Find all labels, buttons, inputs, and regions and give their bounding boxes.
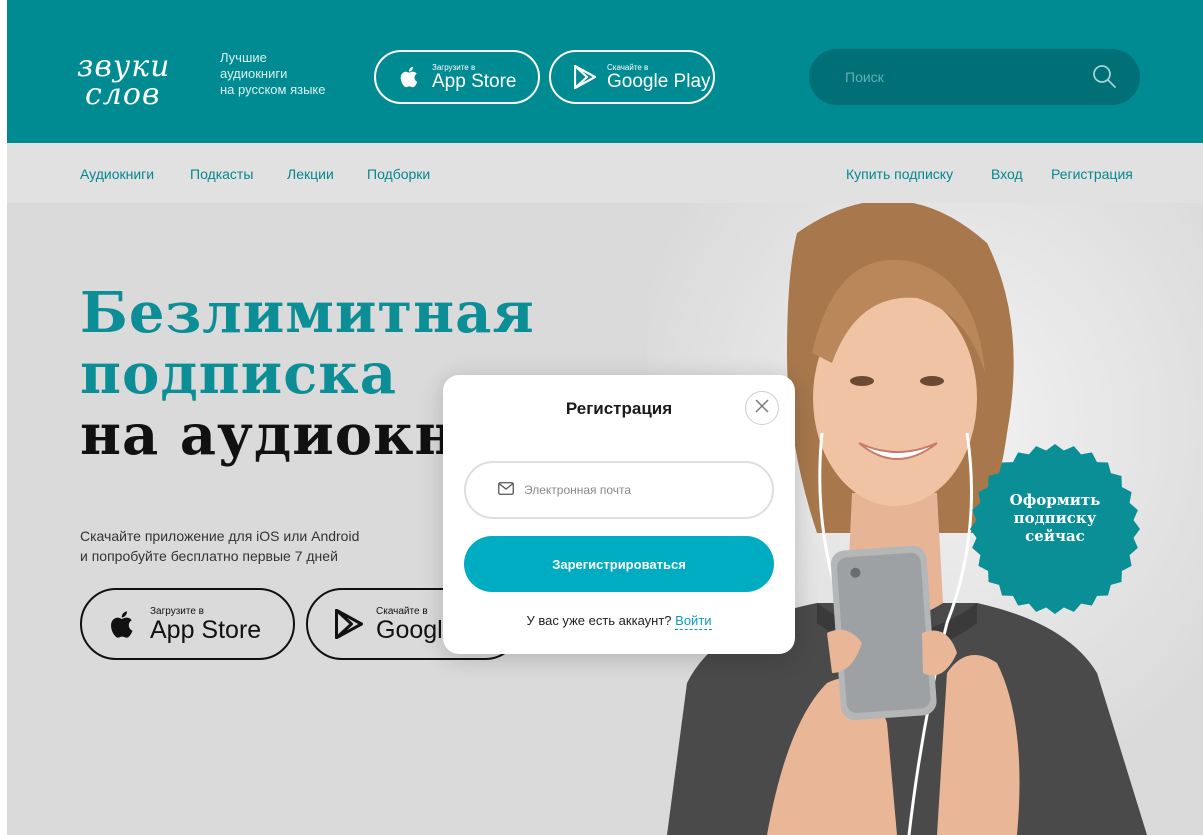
main-nav: Аудиокниги Подкасты Лекции Подборки Купи… xyxy=(7,143,1203,203)
apple-icon xyxy=(398,64,422,90)
close-icon xyxy=(755,398,769,418)
google-play-label: Google Play xyxy=(607,70,711,92)
have-account-text: У вас уже есть аккаунт? xyxy=(526,613,672,628)
badge-line: сейчас xyxy=(1025,527,1085,545)
mail-icon xyxy=(498,482,514,500)
badge-line: подписку xyxy=(1013,509,1097,527)
email-field[interactable] xyxy=(524,479,754,501)
search-input[interactable] xyxy=(845,66,1075,88)
hero-title-line-1: Безлимитная xyxy=(80,280,535,346)
google-play-small-label: Скачайте в xyxy=(376,605,428,617)
logo[interactable]: звуки слов xyxy=(71,44,201,116)
app-store-small-label: Загрузите в xyxy=(150,605,204,617)
nav-item-podcasts[interactable]: Подкасты xyxy=(190,166,253,182)
tagline-line: на русском языке xyxy=(220,82,326,97)
search-box xyxy=(809,49,1140,105)
header-google-play-button[interactable]: Скачайте в Google Play xyxy=(549,50,715,104)
badge-line: Оформить xyxy=(1009,491,1101,509)
nav-item-register[interactable]: Регистрация xyxy=(1051,166,1133,182)
tagline-line: Лучшие xyxy=(220,50,267,65)
email-field-wrapper xyxy=(464,461,774,519)
nav-item-login[interactable]: Вход xyxy=(991,166,1023,182)
site-header: звуки слов Лучшие аудиокниги на русском … xyxy=(7,0,1203,143)
nav-item-buy-subscription[interactable]: Купить подписку xyxy=(846,166,953,182)
logo-line-2: слов xyxy=(85,77,161,112)
hero-app-store-button[interactable]: Загрузите в App Store xyxy=(80,588,295,660)
nav-item-collections[interactable]: Подборки xyxy=(367,166,430,182)
hero-subtitle: Скачайте приложение для iOS или Android … xyxy=(80,526,440,566)
search-icon[interactable] xyxy=(1091,63,1117,89)
app-store-label: App Store xyxy=(150,615,262,644)
hero-subtitle-line: Скачайте приложение для iOS или Android xyxy=(80,528,360,544)
close-button[interactable] xyxy=(745,391,779,425)
nav-item-audiobooks[interactable]: Аудиокниги xyxy=(80,166,154,182)
app-store-label: App Store xyxy=(432,70,517,92)
registration-modal: Регистрация Зарегистрироваться У вас уже… xyxy=(443,375,795,654)
google-play-icon xyxy=(334,607,364,641)
login-link[interactable]: Войти xyxy=(675,613,712,630)
register-button[interactable]: Зарегистрироваться xyxy=(464,536,774,592)
login-prompt: У вас уже есть аккаунт? Войти xyxy=(443,613,795,630)
nav-item-lectures[interactable]: Лекции xyxy=(287,166,334,182)
google-play-label: Googl xyxy=(376,615,443,644)
modal-title: Регистрация xyxy=(565,399,673,418)
subscribe-badge-label[interactable]: Оформить подписку сейчас xyxy=(969,491,1141,545)
header-app-store-button[interactable]: Загрузите в App Store xyxy=(374,50,540,104)
tagline-line: аудиокниги xyxy=(220,66,288,81)
google-play-icon xyxy=(573,64,597,90)
hero-subtitle-line: и попробуйте бесплатно первые 7 дней xyxy=(80,548,338,564)
apple-icon xyxy=(108,607,138,641)
tagline: Лучшие аудиокниги на русском языке xyxy=(220,50,360,98)
